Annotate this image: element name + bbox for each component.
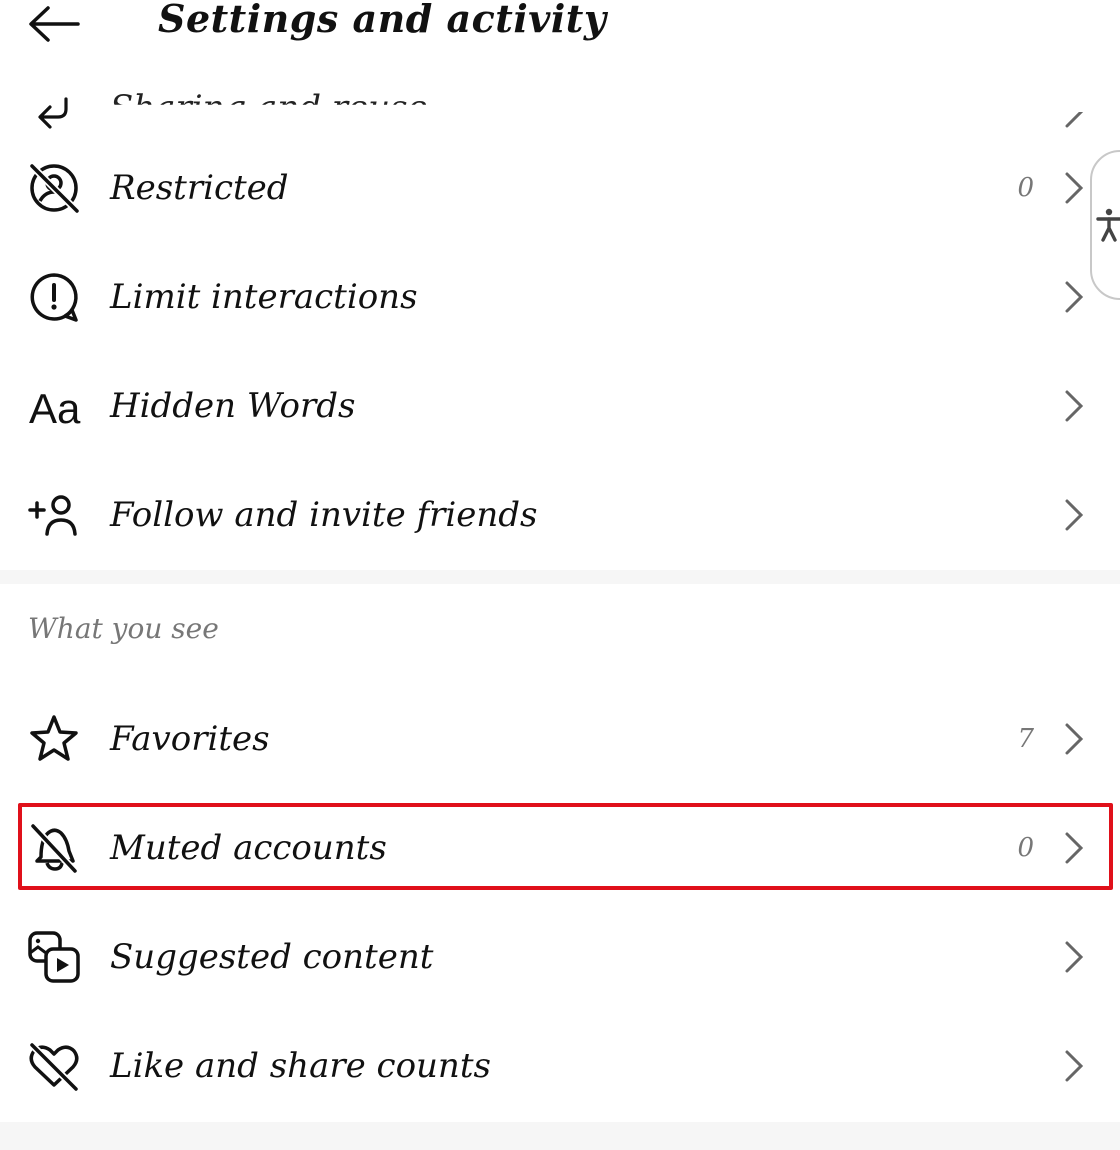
chevron-right-icon [1062, 1046, 1086, 1086]
section-title: What you see [28, 612, 219, 645]
section-separator [0, 570, 1120, 584]
chevron-right-icon [1062, 828, 1086, 868]
accessibility-person-icon [1096, 208, 1120, 242]
list-item-follow-invite[interactable]: Follow and invite friends [0, 461, 1120, 569]
list-item-hidden-words[interactable]: Aa Hidden Words [0, 352, 1120, 460]
reply-arrow-icon [26, 92, 82, 130]
list-item-label: Like and share counts [110, 1046, 491, 1086]
chevron-right-icon [1062, 168, 1086, 208]
bell-off-icon [26, 820, 82, 876]
list-item-label: Favorites [110, 719, 270, 759]
media-play-icon [26, 929, 82, 985]
list-item-favorites[interactable]: Favorites 7 [0, 685, 1120, 793]
page-title: Settings and activity [158, 0, 607, 41]
back-button[interactable] [26, 0, 86, 48]
list-item-limit-interactions[interactable]: Limit interactions [0, 243, 1120, 351]
restricted-icon [26, 160, 82, 216]
list-item-label: Restricted [110, 168, 289, 208]
add-person-icon [26, 487, 82, 543]
chevron-right-icon [1062, 495, 1086, 535]
accessibility-button[interactable] [1090, 150, 1120, 300]
section-separator [0, 1122, 1120, 1150]
star-icon [26, 711, 82, 767]
header-bar: Settings and activity [0, 0, 1120, 55]
svg-text:Aa: Aa [29, 385, 81, 432]
item-count: 0 [1017, 833, 1034, 863]
chevron-right-icon [1062, 937, 1086, 977]
list-item-like-share-counts[interactable]: Like and share counts [0, 1012, 1120, 1120]
item-count: 0 [1017, 173, 1034, 203]
list-item-label: Hidden Words [110, 386, 356, 426]
chevron-right-icon [1062, 277, 1086, 317]
item-count: 7 [1017, 724, 1034, 754]
chevron-right-icon [1062, 386, 1086, 426]
heart-off-icon [26, 1038, 82, 1094]
limit-interactions-icon [26, 269, 82, 325]
list-item-label: Sharing and reuse [110, 88, 428, 128]
list-item-label: Limit interactions [110, 277, 418, 317]
list-item-muted-accounts[interactable]: Muted accounts 0 [0, 794, 1120, 902]
chevron-right-icon [1062, 112, 1086, 130]
list-item-label: Suggested content [110, 937, 434, 977]
text-aa-icon: Aa [26, 378, 82, 434]
list-item-label: Follow and invite friends [110, 495, 538, 535]
arrow-left-icon [29, 6, 80, 42]
chevron-right-icon [1062, 719, 1086, 759]
list-item-label: Muted accounts [110, 828, 387, 868]
list-item-suggested-content[interactable]: Suggested content [0, 903, 1120, 1011]
list-item-restricted[interactable]: Restricted 0 [0, 134, 1120, 242]
